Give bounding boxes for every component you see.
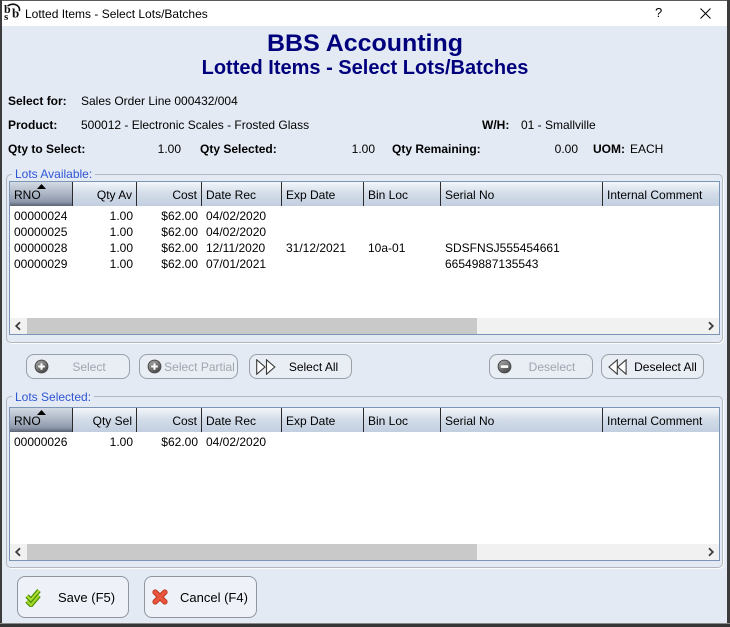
svg-text:s: s (4, 11, 9, 23)
svg-text:b: b (12, 6, 19, 21)
